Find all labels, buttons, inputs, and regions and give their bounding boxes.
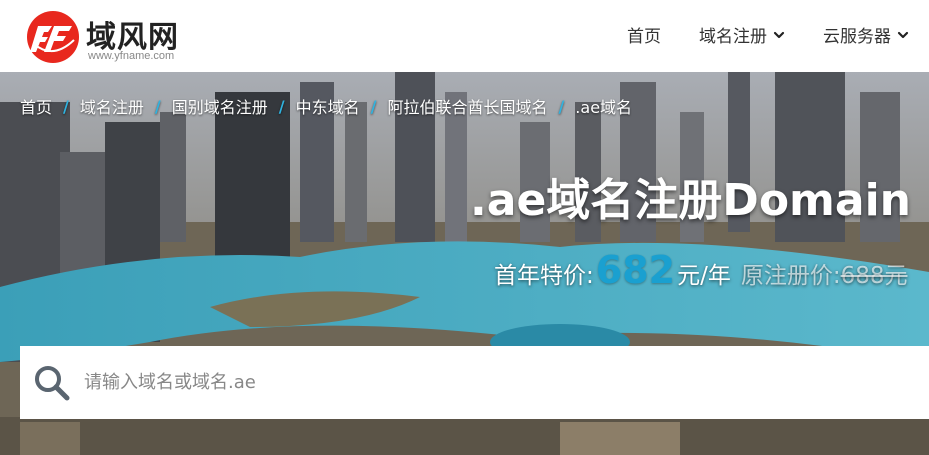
hero-banner: 首页 / 域名注册 / 国别域名注册 / 中东域名 / 阿拉伯联合酋长国域名 /… — [0, 72, 929, 455]
price-label: 首年特价: — [494, 263, 594, 289]
breadcrumb-separator: / — [558, 96, 565, 116]
nav-item-domain-register[interactable]: 域名注册 — [699, 22, 785, 47]
page-title: .ae域名注册Domain — [470, 175, 911, 226]
nav-item-label: 域名注册 — [699, 27, 767, 47]
price-unit: 元/年 — [677, 263, 731, 289]
original-price: 原注册价:688元 — [741, 256, 908, 290]
nav-item-home[interactable]: 首页 — [627, 22, 661, 47]
price-value: 682 — [595, 248, 676, 292]
nav-item-label: 云服务器 — [823, 27, 891, 47]
breadcrumb-home[interactable]: 首页 — [20, 94, 52, 118]
search-icon[interactable] — [32, 363, 72, 403]
chevron-down-icon — [897, 31, 909, 38]
breadcrumb: 首页 / 域名注册 / 国别域名注册 / 中东域名 / 阿拉伯联合酋长国域名 /… — [20, 94, 632, 118]
domain-search-input[interactable] — [82, 371, 866, 394]
breadcrumb-current: .ae域名 — [575, 98, 633, 117]
logo-url: www.yfname.com — [88, 50, 175, 62]
site-header: 域风网 www.yfname.com 首页 域名注册 云服务器 — [0, 0, 929, 72]
breadcrumb-middle-east-domain[interactable]: 中东域名 — [296, 94, 360, 118]
chevron-down-icon — [773, 31, 785, 38]
breadcrumb-separator: / — [278, 96, 285, 116]
domain-search-box — [20, 346, 929, 419]
nav-item-label: 首页 — [627, 27, 661, 47]
breadcrumb-domain-register[interactable]: 域名注册 — [80, 94, 144, 118]
nav-item-cloud-server[interactable]: 云服务器 — [823, 22, 909, 47]
breadcrumb-separator: / — [154, 96, 161, 116]
main-nav: 首页 域名注册 云服务器 — [627, 22, 909, 47]
site-logo[interactable]: 域风网 www.yfname.com — [26, 8, 206, 64]
breadcrumb-separator: / — [370, 96, 377, 116]
original-price-label: 原注册价: — [740, 263, 841, 289]
original-price-value: 688元 — [840, 263, 908, 289]
logo-mark-icon — [27, 11, 79, 63]
price-info: 首年特价: 682 元/年 原注册价:688元 — [494, 248, 907, 292]
breadcrumb-uae-domain[interactable]: 阿拉伯联合酋长国域名 — [387, 94, 547, 118]
breadcrumb-country-domain[interactable]: 国别域名注册 — [172, 94, 268, 118]
breadcrumb-separator: / — [63, 96, 69, 116]
